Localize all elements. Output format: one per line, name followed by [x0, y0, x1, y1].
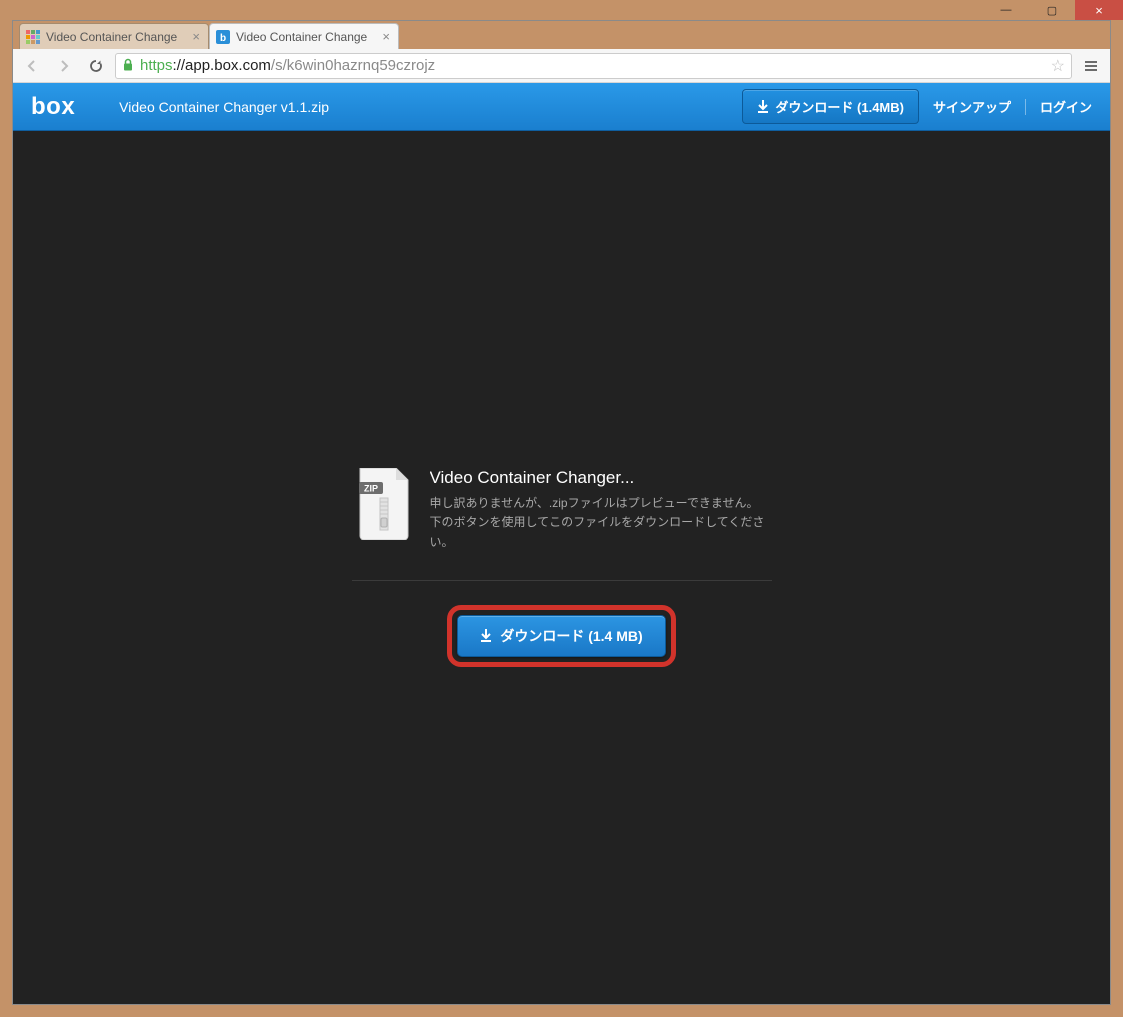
- login-link[interactable]: ログイン: [1040, 97, 1092, 116]
- preview-message: 申し訳ありませんが、.zipファイルはプレビューできません。下のボタンを使用して…: [430, 494, 768, 552]
- browser-tab-active[interactable]: b Video Container Change ×: [209, 23, 399, 49]
- bookmark-star-icon[interactable]: ☆: [1051, 56, 1065, 76]
- lock-icon: [122, 58, 134, 74]
- tab-close-icon[interactable]: ×: [190, 29, 202, 44]
- favicon-grid-icon: [26, 30, 40, 44]
- download-icon: [480, 629, 492, 643]
- svg-text:b: b: [220, 33, 226, 44]
- zip-file-icon: ZIP: [356, 468, 412, 540]
- divider: [352, 580, 772, 581]
- download-button-label: ダウンロード (1.4MB): [775, 97, 904, 116]
- download-icon: [757, 100, 769, 114]
- forward-button[interactable]: [51, 53, 77, 79]
- tab-title: Video Container Change: [236, 30, 374, 44]
- reload-button[interactable]: [83, 53, 109, 79]
- url-host: ://app.box.com: [173, 57, 271, 74]
- box-header-right: ダウンロード (1.4MB) サインアップ ログイン: [742, 89, 1092, 124]
- svg-text:ZIP: ZIP: [363, 484, 377, 494]
- minimize-button[interactable]: —: [983, 0, 1029, 20]
- os-window-frame: — ▢ × Video Container Change × b Video C…: [0, 0, 1123, 1017]
- signup-link[interactable]: サインアップ: [933, 97, 1011, 116]
- maximize-button[interactable]: ▢: [1029, 0, 1075, 20]
- browser-tab[interactable]: Video Container Change ×: [19, 23, 209, 49]
- box-logo[interactable]: box: [31, 93, 75, 121]
- close-button[interactable]: ×: [1075, 0, 1123, 20]
- browser-toolbar: https://app.box.com/s/k6win0hazrnq59czro…: [13, 49, 1110, 83]
- url-path: /s/k6win0hazrnq59czrojz: [271, 57, 435, 74]
- box-body: ZIP Video Container Changer... 申し訳ありませんが…: [13, 131, 1110, 1004]
- chrome-menu-button[interactable]: [1078, 53, 1104, 79]
- os-titlebar: — ▢ ×: [0, 0, 1123, 20]
- favicon-box-icon: b: [216, 30, 230, 44]
- url-text: https://app.box.com/s/k6win0hazrnq59czro…: [140, 57, 435, 74]
- address-bar[interactable]: https://app.box.com/s/k6win0hazrnq59czro…: [115, 53, 1072, 79]
- download-button[interactable]: ダウンロード (1.4MB): [742, 89, 919, 124]
- browser-window: Video Container Change × b Video Contain…: [12, 20, 1111, 1005]
- download-button-main[interactable]: ダウンロード (1.4 MB): [457, 615, 665, 657]
- download-button-main-label: ダウンロード (1.4 MB): [500, 626, 642, 646]
- box-file-info-text: Video Container Changer... 申し訳ありませんが、.zi…: [430, 468, 768, 552]
- header-divider: [1025, 99, 1026, 115]
- tab-title: Video Container Change: [46, 30, 184, 44]
- box-preview-panel: ZIP Video Container Changer... 申し訳ありませんが…: [352, 468, 772, 667]
- box-filename: Video Container Changer v1.1.zip: [119, 99, 329, 115]
- box-header: box Video Container Changer v1.1.zip ダウン…: [13, 83, 1110, 131]
- back-button[interactable]: [19, 53, 45, 79]
- annotation-highlight: ダウンロード (1.4 MB): [447, 605, 675, 667]
- preview-title: Video Container Changer...: [430, 468, 710, 488]
- tabstrip: Video Container Change × b Video Contain…: [13, 21, 1110, 49]
- tab-close-icon[interactable]: ×: [380, 29, 392, 44]
- page-content: box Video Container Changer v1.1.zip ダウン…: [13, 83, 1110, 1004]
- box-file-info: ZIP Video Container Changer... 申し訳ありませんが…: [352, 468, 772, 580]
- url-scheme: https: [140, 57, 173, 74]
